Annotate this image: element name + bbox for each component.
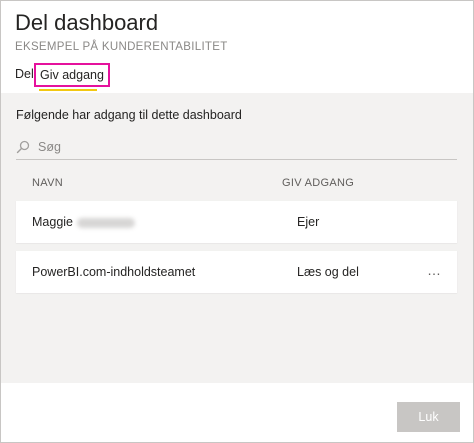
user-name: Maggie xyxy=(32,215,73,229)
access-level: Læs og del xyxy=(297,265,359,279)
tab-bar: Del Giv adgang xyxy=(1,63,473,91)
list-item[interactable]: Maggie Ejer xyxy=(16,201,457,243)
user-name: PowerBI.com-indholdsteamet xyxy=(32,265,196,279)
search-icon xyxy=(16,140,30,154)
dialog-title: Del dashboard xyxy=(15,10,159,35)
list-item[interactable]: PowerBI.com-indholdsteamet Læs og del … xyxy=(16,251,457,293)
column-header-access: GIV ADGANG xyxy=(282,177,355,189)
dialog-subtitle: EKSEMPEL PÅ KUNDERENTABILITET xyxy=(15,41,228,53)
tab-give-access[interactable]: Giv adgang xyxy=(34,63,110,87)
close-button[interactable]: Luk xyxy=(397,402,460,432)
search-box[interactable] xyxy=(16,137,457,160)
tab-share[interactable]: Del xyxy=(15,67,34,81)
redacted-surname xyxy=(77,217,135,228)
access-heading: Følgende har adgang til dette dashboard xyxy=(16,108,242,122)
more-options-icon[interactable]: … xyxy=(427,263,442,277)
active-tab-indicator xyxy=(39,89,97,91)
search-input[interactable] xyxy=(38,137,448,157)
user-name-cell: Maggie xyxy=(32,215,135,229)
access-level: Ejer xyxy=(297,215,320,229)
column-header-name: NAVN xyxy=(32,177,63,189)
share-dashboard-dialog: Del dashboard EKSEMPEL PÅ KUNDERENTABILI… xyxy=(0,0,474,443)
access-panel: Følgende har adgang til dette dashboard … xyxy=(1,93,473,383)
